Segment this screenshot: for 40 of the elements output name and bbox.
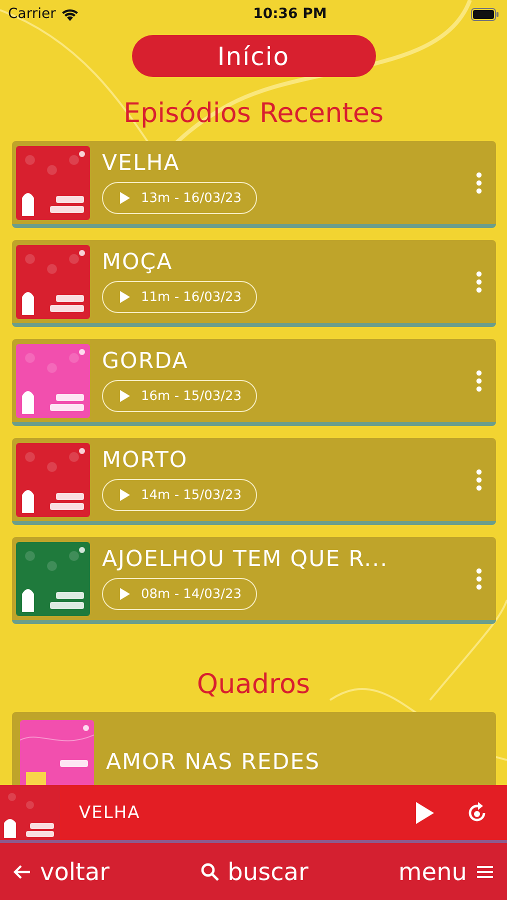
more-options-icon[interactable] [476,468,482,490]
episode-title: AJOELHOU TEM QUE R... [102,547,390,572]
play-button[interactable]: 08m - 14/03/23 [102,578,257,610]
more-options-icon[interactable] [476,270,482,292]
episode-card[interactable]: MORTO 14m - 15/03/23 [12,438,496,525]
section-heading: Quadros [196,668,312,702]
episode-title: MOÇA [102,250,174,275]
wifi-icon [60,8,79,20]
menu-button[interactable]: menu [398,858,495,886]
episode-card[interactable]: MOÇA 11m - 16/03/23 [12,240,496,327]
battery-icon [471,8,499,20]
play-icon [119,587,131,601]
search-button[interactable]: buscar [200,858,308,886]
clock-time: 10:36 PM [252,6,327,22]
play-button[interactable]: 11m - 16/03/23 [102,281,257,313]
play-icon [119,488,131,502]
episode-card[interactable]: VELHA 13m - 16/03/23 [12,141,496,228]
more-options-icon[interactable] [476,172,482,194]
play-button[interactable]: 16m - 15/03/23 [102,380,257,412]
play-icon [119,389,131,403]
page-title: Início [132,35,376,77]
play-button[interactable]: 13m - 16/03/23 [102,182,257,214]
carrier-label: Carrier [8,6,56,22]
section-heading: Episódios Recentes [122,97,385,131]
play-icon [119,290,131,304]
segment-card[interactable]: AMOR NAS REDES [12,712,496,785]
play-button[interactable]: 14m - 15/03/23 [102,479,257,511]
more-options-icon[interactable] [476,370,482,392]
episode-title: VELHA [102,151,181,176]
play-icon[interactable] [415,800,435,824]
episode-title: MORTO [102,448,189,473]
back-button[interactable]: voltar [12,858,110,886]
more-options-icon[interactable] [476,568,482,590]
episode-card[interactable]: GORDA 16m - 15/03/23 [12,339,496,426]
episode-title: GORDA [102,349,190,374]
search-icon [200,862,220,882]
now-playing-title: VELHA [79,802,142,822]
segment-title: AMOR NAS REDES [106,750,322,774]
episode-card[interactable]: AJOELHOU TEM QUE R... 08m - 14/03/23 [12,537,496,624]
play-icon [119,191,131,205]
